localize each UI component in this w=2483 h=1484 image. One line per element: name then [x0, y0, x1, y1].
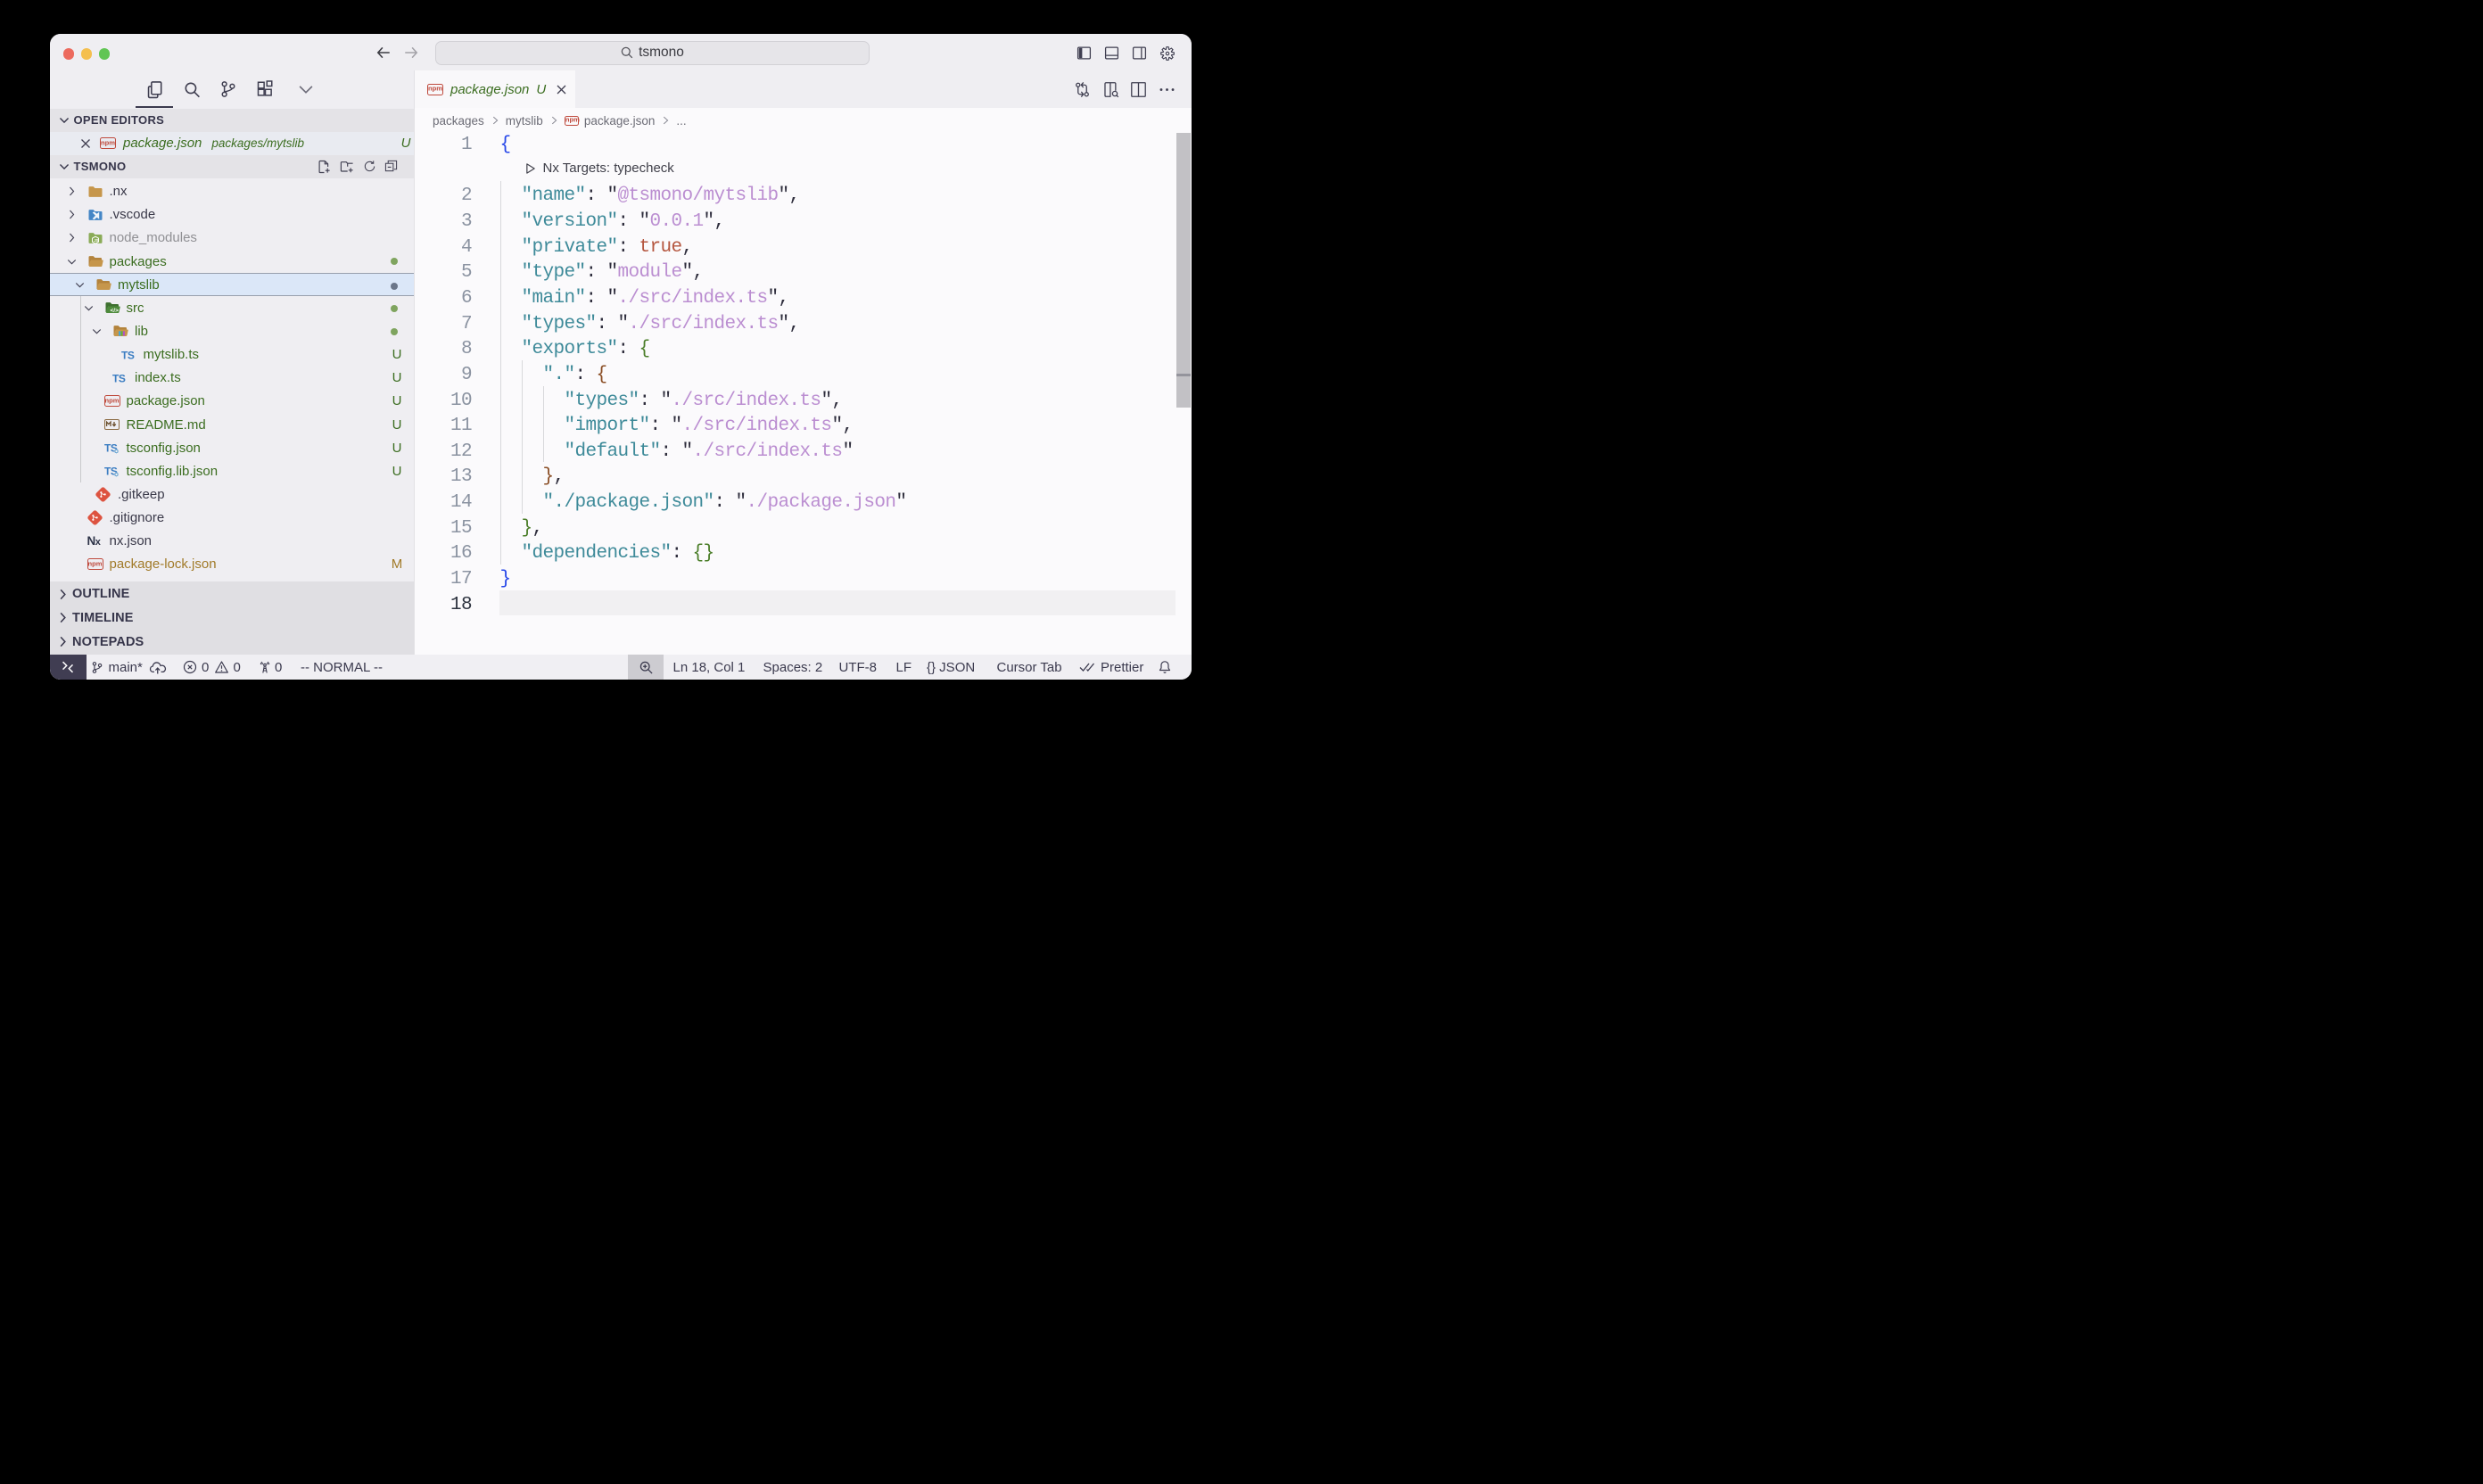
- svg-text:JS: JS: [94, 238, 99, 243]
- svg-text:</>: </>: [110, 309, 119, 315]
- svg-text:TS: TS: [112, 372, 126, 384]
- svg-text:TS: TS: [121, 349, 135, 361]
